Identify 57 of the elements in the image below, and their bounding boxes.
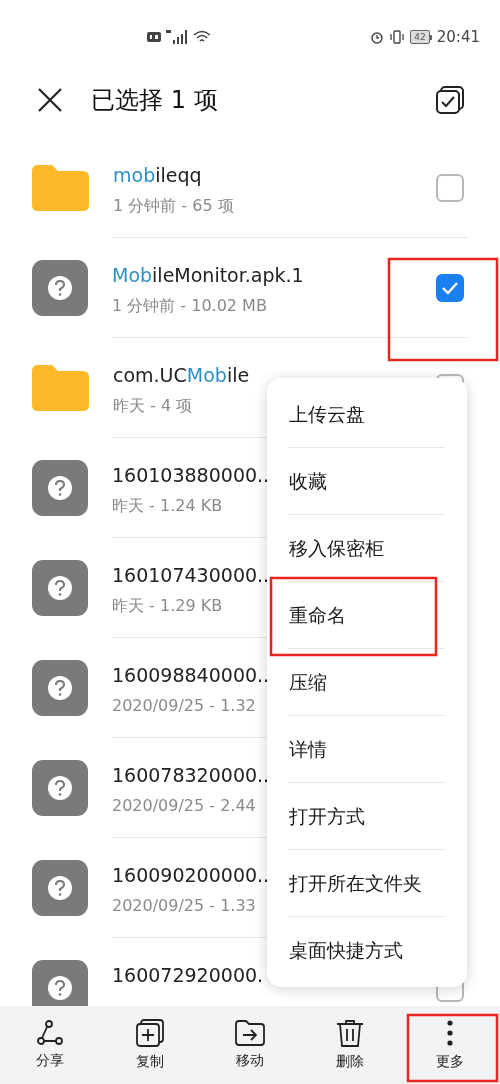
wifi-icon [193, 30, 211, 44]
file-details: 昨天 - 1.29 KB [112, 594, 223, 617]
copy-icon [136, 1018, 164, 1047]
checkbox[interactable] [436, 274, 464, 302]
menu-item[interactable]: 重命名 [289, 582, 445, 649]
file-name: 160103880000.. [112, 463, 270, 488]
share-icon [37, 1019, 63, 1046]
menu-item[interactable]: 压缩 [289, 649, 445, 716]
file-name: com.UCMobile [113, 363, 250, 388]
file-name: 160078320000.. [112, 763, 270, 788]
clock-text: 20:41 [436, 26, 480, 48]
menu-item[interactable]: 打开所在文件夹 [289, 850, 445, 917]
menu-item[interactable]: 详情 [289, 716, 445, 783]
folder-icon [32, 165, 89, 211]
file-details: 昨天 - 1.24 KB [112, 494, 223, 517]
file-details: 1 分钟前 - 65 项 [113, 194, 234, 217]
more-icon [446, 1018, 454, 1047]
menu-item[interactable]: 打开方式 [289, 783, 445, 850]
hd-icon [147, 32, 161, 42]
checkbox[interactable] [436, 174, 464, 202]
battery-icon: 42 [410, 30, 432, 44]
close-icon[interactable] [37, 87, 63, 113]
file-details: 昨天 - 4 项 [113, 394, 193, 417]
file-details: 2020/09/25 - 2.44 [112, 794, 256, 817]
toolbar-button[interactable]: 分享 [0, 1006, 100, 1084]
unknown-file-icon [32, 660, 88, 716]
signal-icon [166, 30, 188, 44]
unknown-file-icon [32, 260, 88, 316]
header-title: 已选择 1 项 [91, 85, 218, 116]
check-icon [441, 281, 459, 295]
file-name: 160098840000.. [112, 663, 270, 688]
unknown-file-icon [32, 560, 88, 616]
toolbar-button[interactable]: 删除 [300, 1006, 400, 1084]
file-name: MobileMonitor.apk.1 [112, 263, 304, 288]
toolbar-button[interactable]: 复制 [100, 1006, 200, 1084]
alarm-icon [370, 30, 385, 44]
toolbar-button[interactable]: 移动 [200, 1006, 300, 1084]
file-name: 160107430000.. [112, 563, 270, 588]
menu-item[interactable]: 上传云盘 [289, 381, 445, 448]
menu-item[interactable]: 桌面快捷方式 [289, 917, 445, 984]
folder-arrow-icon [235, 1019, 265, 1046]
file-details: 1 分钟前 - 10.02 MB [112, 294, 267, 317]
toolbar-button[interactable]: 更多 [400, 1006, 500, 1084]
menu-item[interactable]: 移入保密柜 [289, 515, 445, 582]
unknown-file-icon [32, 760, 88, 816]
vibrate-icon [389, 30, 406, 44]
unknown-file-icon [32, 460, 88, 516]
file-name: mobileqq [113, 163, 202, 188]
unknown-file-icon [32, 860, 88, 916]
select-all-icon[interactable] [436, 86, 464, 114]
folder-icon [32, 365, 89, 411]
delete-icon [336, 1018, 364, 1047]
file-name: 160072920000. [112, 963, 264, 988]
file-details: 2020/09/25 - 1.33 [112, 894, 256, 917]
menu-item[interactable]: 收藏 [289, 448, 445, 515]
file-details: 2020/09/25 - 1.32 [112, 694, 256, 717]
file-name: 160090200000.. [112, 863, 270, 888]
